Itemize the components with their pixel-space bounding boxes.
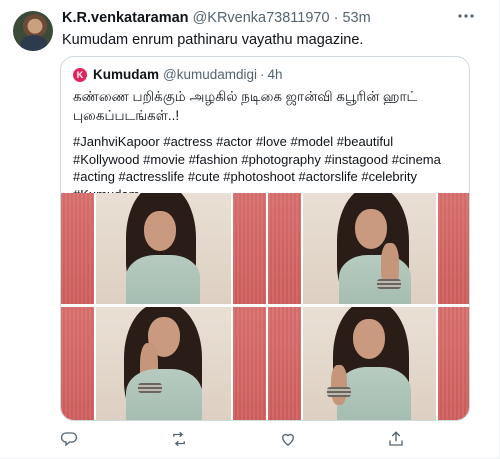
gallery-photo[interactable] xyxy=(303,307,436,420)
photo-gallery[interactable] xyxy=(61,193,469,420)
tweet-actions xyxy=(0,430,500,450)
more-horizontal-icon[interactable] xyxy=(455,10,477,24)
gallery-photo[interactable] xyxy=(96,307,231,420)
separator-dot: · xyxy=(333,10,339,26)
pink-panel xyxy=(268,307,301,420)
heart-icon[interactable] xyxy=(279,430,299,450)
avatar[interactable] xyxy=(13,11,53,51)
pink-panel xyxy=(233,307,266,420)
quoted-tweet-header: K Kumudam @kumudamdigi · 4h xyxy=(73,67,286,82)
kumudam-logo-icon: K xyxy=(73,67,87,82)
author-handle[interactable]: @KRvenka73811970 xyxy=(193,10,330,26)
tweet-text: Kumudam enrum pathinaru vayathu magazine… xyxy=(62,32,364,48)
quoted-author-name: Kumudam xyxy=(93,67,160,82)
quoted-tweet[interactable]: K Kumudam @kumudamdigi · 4h கண்ணை பறிக்க… xyxy=(60,56,470,421)
gallery-photo[interactable] xyxy=(303,193,436,304)
pink-panel xyxy=(438,307,469,420)
tweet-time[interactable]: 53m xyxy=(342,10,370,26)
quoted-separator-dot: · xyxy=(260,67,265,82)
pink-panel xyxy=(268,193,301,304)
share-icon[interactable] xyxy=(387,430,407,450)
retweet-icon[interactable] xyxy=(170,430,190,450)
author-name[interactable]: K.R.venkataraman xyxy=(62,10,189,26)
pink-panel xyxy=(61,307,94,420)
quoted-author-handle: @kumudamdigi xyxy=(163,67,258,82)
pink-panel xyxy=(233,193,266,304)
quoted-time: 4h xyxy=(267,67,283,82)
pink-panel xyxy=(61,193,94,304)
pink-panel xyxy=(438,193,469,304)
quoted-tamil-text: கண்ணை பறிக்கும் அழகில் நடிகை ஜான்வி கபூர… xyxy=(73,89,418,123)
reply-icon[interactable] xyxy=(60,430,80,450)
tweet-header: K.R.venkataraman @KRvenka73811970 · 53m xyxy=(62,10,371,26)
tweet[interactable]: K.R.venkataraman @KRvenka73811970 · 53m … xyxy=(0,0,500,459)
gallery-photo[interactable] xyxy=(96,193,231,304)
